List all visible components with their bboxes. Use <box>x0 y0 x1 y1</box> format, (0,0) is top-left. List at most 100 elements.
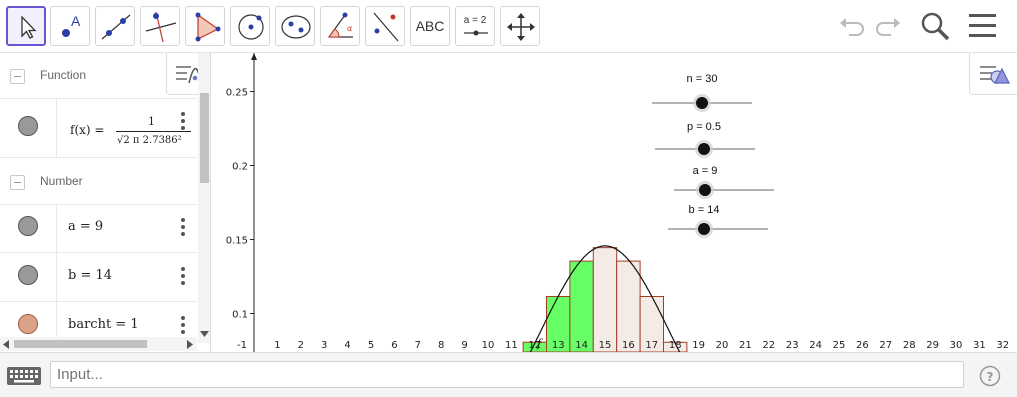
row-divider <box>56 99 57 157</box>
collapse-function-button[interactable] <box>10 69 25 84</box>
x-tick-label: 32 <box>996 340 1009 351</box>
keyboard-icon[interactable] <box>6 365 42 387</box>
fraction-numerator: 1 <box>148 115 155 128</box>
svg-text:A: A <box>71 13 81 29</box>
vertical-scrollbar[interactable] <box>198 53 210 343</box>
x-tick-label: 15 <box>599 340 612 351</box>
svg-text:α: α <box>347 24 352 33</box>
scroll-right-arrow-icon[interactable] <box>187 340 193 349</box>
row-menu-barcht[interactable] <box>176 314 190 336</box>
reflect-tool-button[interactable] <box>365 6 405 46</box>
x-tick-label: 20 <box>716 340 729 351</box>
y-tick-label: 0.25 <box>226 87 248 98</box>
line-tool-button[interactable] <box>95 6 135 46</box>
scroll-left-arrow-icon[interactable] <box>3 340 9 349</box>
ellipse-tool-button[interactable] <box>275 6 315 46</box>
x-tick-label: 23 <box>786 340 799 351</box>
x-tick-label: 3 <box>321 340 327 351</box>
input-field[interactable] <box>50 361 964 388</box>
row-divider <box>56 204 57 252</box>
x-tick-label: 26 <box>856 340 869 351</box>
point-tool-button[interactable]: A <box>50 6 90 46</box>
slider-handle[interactable] <box>699 184 711 196</box>
x-tick-label: 28 <box>903 340 916 351</box>
toolbar: A α ABC a = 2 <box>0 0 1017 53</box>
perpendicular-tool-button[interactable] <box>140 6 180 46</box>
x-tick-label: 16 <box>622 340 635 351</box>
x-tick-label: 27 <box>879 340 892 351</box>
search-icon <box>921 12 950 41</box>
x-tick-label: 24 <box>809 340 822 351</box>
graphics-view[interactable]: 0.1 0.15 0.2 0.25 -1 1 2 3 4 5 6 7 8 9 10 11 12 13 14 15 16 1… <box>212 53 1017 352</box>
expression-a: a = 9 <box>68 219 104 234</box>
bar[interactable] <box>592 247 618 352</box>
row-menu-a[interactable] <box>176 216 190 238</box>
undo-icon <box>840 18 864 36</box>
circle-tool-button[interactable] <box>230 6 270 46</box>
slider-handle[interactable] <box>698 223 710 235</box>
undo-button[interactable] <box>835 9 869 43</box>
y-axis-arrow-icon <box>251 53 257 60</box>
x-tick-label: 1 <box>274 340 280 351</box>
bar[interactable] <box>569 260 594 352</box>
algebra-row-function-f[interactable]: f(x) = 1 √2 π 2.7386² <box>0 99 197 158</box>
algebra-row-b[interactable]: b = 14 <box>0 253 197 302</box>
slider-icon <box>464 30 488 36</box>
cursor-arrow-icon <box>21 15 37 39</box>
slider-handle[interactable] <box>696 97 708 109</box>
search-button[interactable] <box>918 9 952 43</box>
graphics-style-bar-icon <box>980 66 1010 84</box>
input-bar: ? <box>0 352 1017 397</box>
x-tick-label: 31 <box>973 340 986 351</box>
visibility-toggle-a[interactable] <box>18 216 38 236</box>
function-eq: (x) = <box>74 123 105 137</box>
menu-icon <box>969 14 996 37</box>
horizontal-scroll-thumb[interactable] <box>14 340 147 348</box>
algebra-row-a[interactable]: a = 9 <box>0 204 197 253</box>
ellipse-icon <box>281 15 311 39</box>
move-graphics-tool-button[interactable] <box>500 6 540 46</box>
row-menu-f[interactable] <box>176 110 190 132</box>
slider-handle[interactable] <box>698 143 710 155</box>
redo-button[interactable] <box>871 9 905 43</box>
fraction-denominator: √2 π 2.7386² <box>117 135 182 146</box>
x-tick-label: 22 <box>762 340 775 351</box>
visibility-toggle-f[interactable] <box>18 116 38 136</box>
x-tick-label: 9 <box>461 340 467 351</box>
section-title-function: Function <box>40 68 87 82</box>
x-tick-label: 21 <box>739 340 752 351</box>
x-tick-label: 7 <box>415 340 421 351</box>
graphics-style-bar-toggle[interactable] <box>969 53 1017 95</box>
collapse-number-button[interactable] <box>10 175 25 190</box>
x-tick-label: -1 <box>237 340 247 351</box>
bar[interactable] <box>616 260 641 352</box>
move-tool-button[interactable] <box>6 6 46 46</box>
main-menu-button[interactable] <box>966 9 1000 43</box>
text-tool-button[interactable]: ABC <box>410 6 450 46</box>
vertical-scroll-thumb[interactable] <box>200 93 209 183</box>
x-tick-label: 11 <box>505 340 518 351</box>
slider-label: n = 30 <box>687 73 718 85</box>
perpendicular-line-icon <box>145 11 177 43</box>
x-tick-label: 29 <box>926 340 939 351</box>
x-tick-label: 10 <box>482 340 495 351</box>
slider-label: b = 14 <box>689 204 720 216</box>
visibility-toggle-b[interactable] <box>18 265 38 285</box>
graphics-canvas[interactable]: 0.10.150.20.25-1 1 2 3 4 5 6 7 8 9 10 11 12 13 14 15 16 1… <box>212 53 1017 352</box>
help-icon[interactable]: ? <box>979 365 1001 387</box>
move-arrows-icon <box>507 13 535 41</box>
scroll-down-arrow-icon[interactable] <box>200 331 209 337</box>
text-tool-label: ABC <box>415 18 445 34</box>
x-tick-label: 6 <box>391 340 397 351</box>
x-tick-label: 17 <box>645 340 658 351</box>
visibility-toggle-barcht[interactable] <box>18 314 38 334</box>
horizontal-scrollbar[interactable] <box>0 337 197 351</box>
section-number: Number <box>0 159 197 205</box>
circle-icon <box>238 14 264 40</box>
angle-tool-button[interactable]: α <box>320 6 360 46</box>
y-tick-label: 0.15 <box>226 236 248 247</box>
row-menu-b[interactable] <box>176 265 190 287</box>
slider-label: p = 0.5 <box>687 121 721 133</box>
slider-tool-button[interactable]: a = 2 <box>455 6 495 46</box>
polygon-tool-button[interactable] <box>185 6 225 46</box>
